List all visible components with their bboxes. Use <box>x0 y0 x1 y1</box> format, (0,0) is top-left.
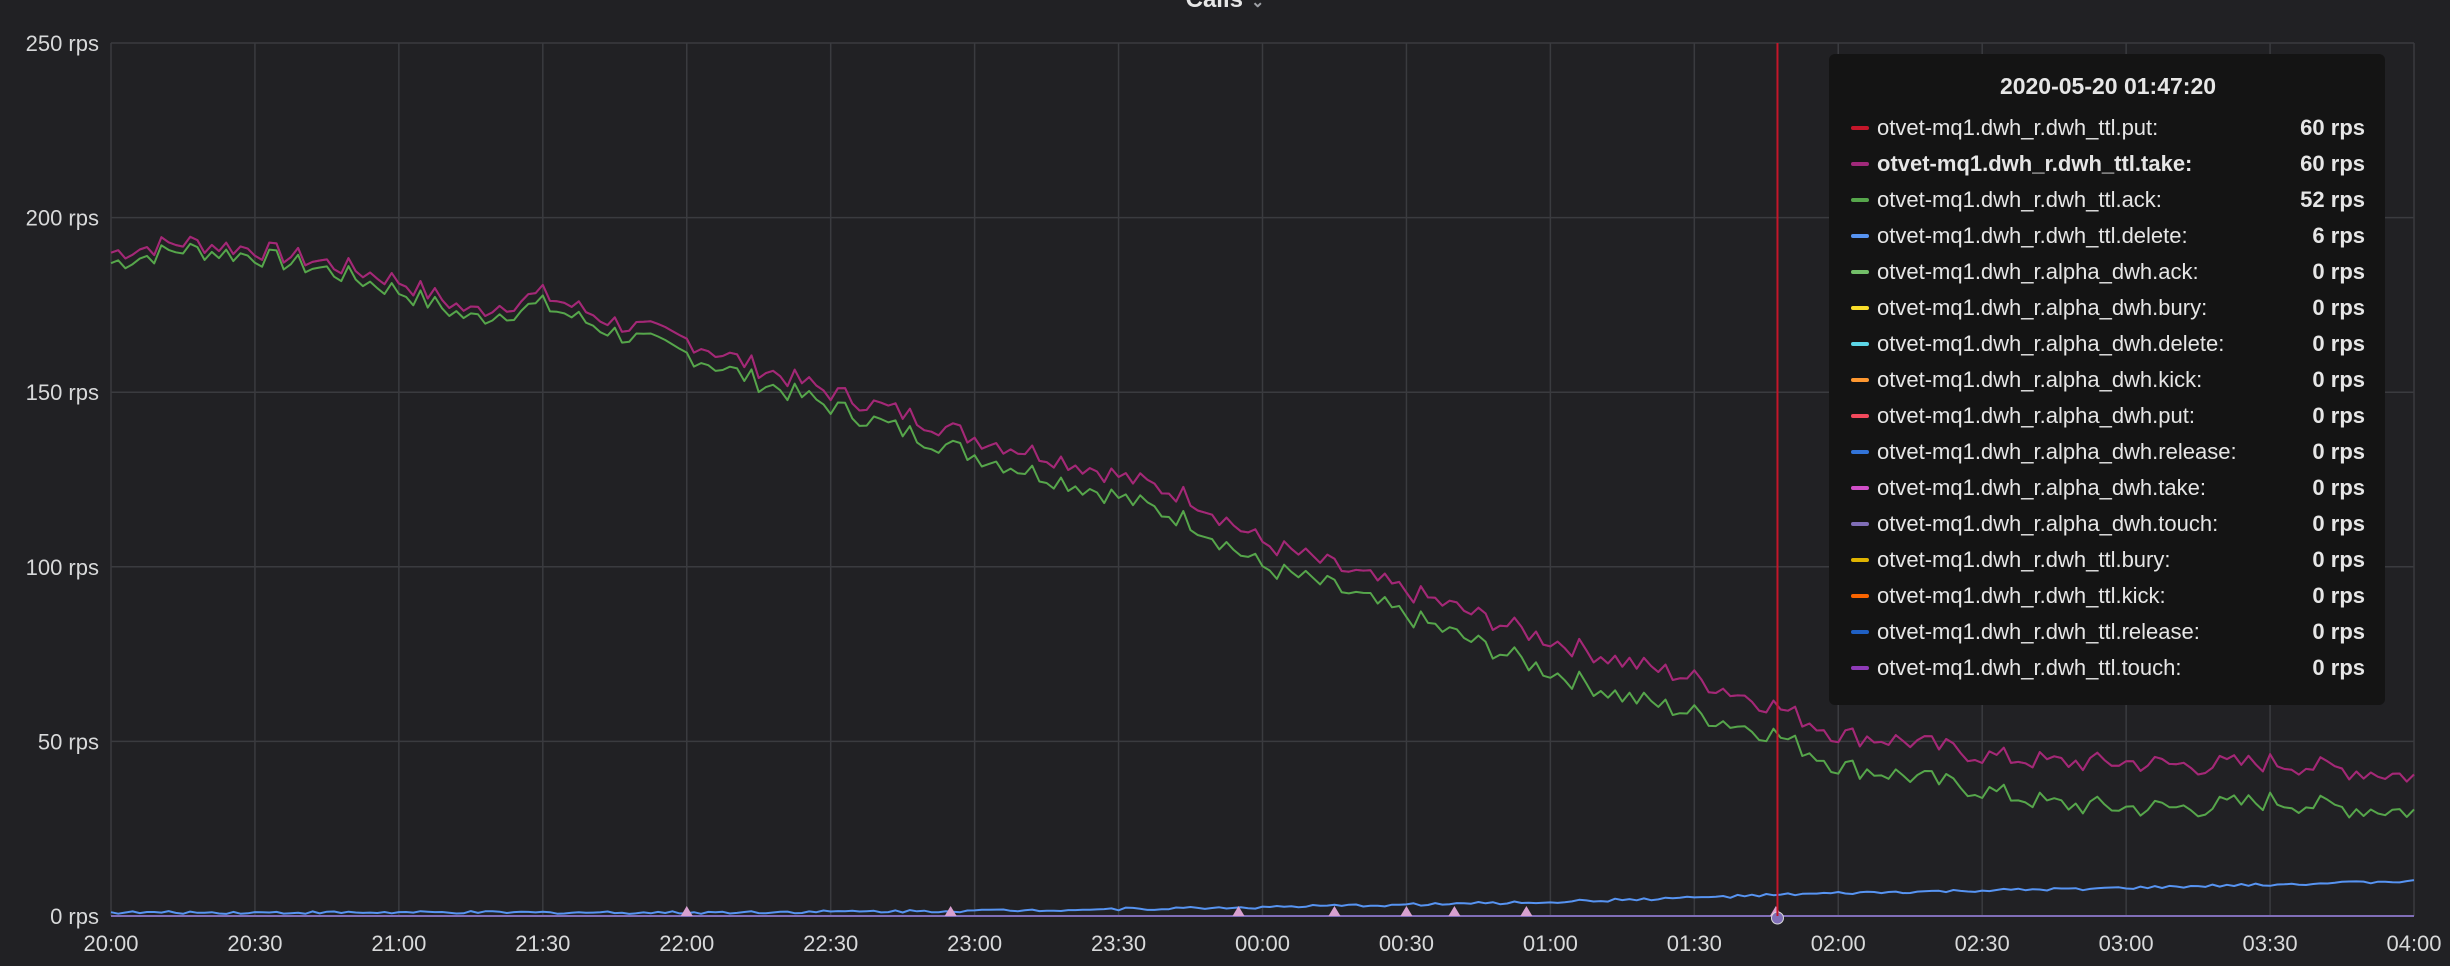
series-color-swatch <box>1851 126 1869 130</box>
series-color-swatch <box>1851 666 1869 670</box>
tooltip-series-value: 52 rps <box>2300 187 2365 212</box>
tooltip-row: otvet-mq1.dwh_r.alpha_dwh.kick: 0 rps <box>1851 362 2365 398</box>
tooltip-series-name: otvet-mq1.dwh_r.dwh_ttl.bury: <box>1877 547 2171 572</box>
x-tick-label: 21:30 <box>515 931 570 956</box>
x-tick-label: 00:30 <box>1379 931 1434 956</box>
tooltip-series-name: otvet-mq1.dwh_r.dwh_ttl.kick: <box>1877 583 2166 608</box>
x-axis: 20:00 20:30 21:00 21:30 22:00 22:30 23:00 23:30… <box>83 931 2441 956</box>
series-color-swatch <box>1851 270 1869 274</box>
tooltip-series-value: 0 rps <box>2312 403 2365 428</box>
tooltip-series-name: otvet-mq1.dwh_r.alpha_dwh.take: <box>1877 475 2206 500</box>
tooltip-series-value: 0 rps <box>2312 439 2365 464</box>
tooltip-series-name: otvet-mq1.dwh_r.alpha_dwh.touch: <box>1877 511 2219 536</box>
tooltip-series-value: 60 rps <box>2300 151 2365 176</box>
hover-tooltip: 2020-05-20 01:47:20 otvet-mq1.dwh_r.dwh_… <box>1829 54 2385 705</box>
tooltip-row: otvet-mq1.dwh_r.dwh_ttl.kick: 0 rps <box>1851 578 2365 614</box>
series-color-swatch <box>1851 414 1869 418</box>
x-tick-label: 00:00 <box>1235 931 1290 956</box>
tooltip-row: otvet-mq1.dwh_r.dwh_ttl.delete: 6 rps <box>1851 218 2365 254</box>
tooltip-row: otvet-mq1.dwh_r.dwh_ttl.release: 0 rps <box>1851 614 2365 650</box>
x-tick-label: 01:30 <box>1667 931 1722 956</box>
x-tick-label: 04:00 <box>2386 931 2441 956</box>
x-tick-label: 22:30 <box>803 931 858 956</box>
series-color-swatch <box>1851 486 1869 490</box>
tooltip-series-name: otvet-mq1.dwh_r.alpha_dwh.put: <box>1877 403 2195 428</box>
series-color-swatch <box>1851 306 1869 310</box>
series-color-swatch <box>1851 558 1869 562</box>
tooltip-series-value: 0 rps <box>2312 511 2365 536</box>
tooltip-row: otvet-mq1.dwh_r.alpha_dwh.bury: 0 rps <box>1851 290 2365 326</box>
tooltip-series-name: otvet-mq1.dwh_r.alpha_dwh.delete: <box>1877 331 2225 356</box>
tooltip-row: otvet-mq1.dwh_r.alpha_dwh.touch: 0 rps <box>1851 506 2365 542</box>
tooltip-row: otvet-mq1.dwh_r.dwh_ttl.take: 60 rps <box>1851 146 2365 182</box>
tooltip-series-value: 0 rps <box>2312 475 2365 500</box>
tooltip-row: otvet-mq1.dwh_r.alpha_dwh.take: 0 rps <box>1851 470 2365 506</box>
x-tick-label: 20:30 <box>227 931 282 956</box>
tooltip-series-value: 0 rps <box>2312 331 2365 356</box>
tooltip-row: otvet-mq1.dwh_r.dwh_ttl.touch: 0 rps <box>1851 650 2365 686</box>
tooltip-row: otvet-mq1.dwh_r.alpha_dwh.release: 0 rps <box>1851 434 2365 470</box>
series-color-swatch <box>1851 450 1869 454</box>
x-tick-label: 03:00 <box>2099 931 2154 956</box>
tooltip-series-name: otvet-mq1.dwh_r.dwh_ttl.put: <box>1877 115 2159 140</box>
x-tick-label: 02:30 <box>1955 931 2010 956</box>
tooltip-series-value: 0 rps <box>2312 619 2365 644</box>
series-color-swatch <box>1851 630 1869 634</box>
tooltip-series-name: otvet-mq1.dwh_r.alpha_dwh.release: <box>1877 439 2237 464</box>
tooltip-row: otvet-mq1.dwh_r.alpha_dwh.delete: 0 rps <box>1851 326 2365 362</box>
annotation-marker[interactable] <box>1448 906 1461 916</box>
tooltip-timestamp: 2020-05-20 01:47:20 <box>1999 73 2217 99</box>
tooltip-series-value: 60 rps <box>2300 115 2365 140</box>
series-color-swatch <box>1851 342 1869 346</box>
annotation-marker[interactable] <box>680 906 693 916</box>
annotation-marker[interactable] <box>1520 906 1533 916</box>
x-tick-label: 20:00 <box>83 931 138 956</box>
y-tick-label: 150 rps <box>26 380 99 405</box>
y-tick-label: 250 rps <box>26 31 99 56</box>
tooltip-row: otvet-mq1.dwh_r.dwh_ttl.bury: 0 rps <box>1851 542 2365 578</box>
annotation-marker[interactable] <box>1400 906 1413 916</box>
y-tick-label: 100 rps <box>26 555 99 580</box>
annotation-marker[interactable] <box>1328 906 1341 916</box>
x-tick-label: 02:00 <box>1811 931 1866 956</box>
tooltip-row: otvet-mq1.dwh_r.dwh_ttl.ack: 52 rps <box>1851 182 2365 218</box>
tooltip-row: otvet-mq1.dwh_r.alpha_dwh.put: 0 rps <box>1851 398 2365 434</box>
tooltip-series-name: otvet-mq1.dwh_r.dwh_ttl.delete: <box>1877 223 2188 248</box>
tooltip-series-name: otvet-mq1.dwh_r.dwh_ttl.release: <box>1877 619 2200 644</box>
tooltip-series-name: otvet-mq1.dwh_r.alpha_dwh.bury: <box>1877 295 2208 320</box>
series-color-swatch <box>1851 594 1869 598</box>
series-color-swatch <box>1851 162 1869 166</box>
series-color-swatch <box>1851 234 1869 238</box>
tooltip-series-value: 0 rps <box>2312 367 2365 392</box>
series-color-swatch <box>1851 378 1869 382</box>
tooltip-series-name: otvet-mq1.dwh_r.alpha_dwh.kick: <box>1877 367 2203 392</box>
tooltip-series-name: otvet-mq1.dwh_r.dwh_ttl.take: <box>1877 151 2193 176</box>
tooltip-series-name: otvet-mq1.dwh_r.alpha_dwh.ack: <box>1877 259 2199 284</box>
tooltip-series-value: 0 rps <box>2312 259 2365 284</box>
tooltip-series-value: 0 rps <box>2312 295 2365 320</box>
tooltip-series-value: 0 rps <box>2312 547 2365 572</box>
x-tick-label: 23:00 <box>947 931 1002 956</box>
tooltip-series-value: 0 rps <box>2312 655 2365 680</box>
tooltip-series-name: otvet-mq1.dwh_r.dwh_ttl.touch: <box>1877 655 2182 680</box>
x-tick-label: 03:30 <box>2243 931 2298 956</box>
tooltip-row: otvet-mq1.dwh_r.alpha_dwh.ack: 0 rps <box>1851 254 2365 290</box>
y-tick-label: 50 rps <box>38 729 99 754</box>
series-color-swatch <box>1851 522 1869 526</box>
tooltip-row: otvet-mq1.dwh_r.dwh_ttl.put: 60 rps <box>1851 110 2365 146</box>
x-tick-label: 21:00 <box>371 931 426 956</box>
series-color-swatch <box>1851 198 1869 202</box>
tooltip-rows: otvet-mq1.dwh_r.dwh_ttl.put: 60 rps otvet-… <box>1851 110 2365 686</box>
y-axis: 0 rps 50 rps 100 rps 150 rps 200 rps 250 rps <box>26 31 99 929</box>
x-tick-label: 23:30 <box>1091 931 1146 956</box>
tooltip-series-value: 6 rps <box>2312 223 2365 248</box>
tooltip-series-value: 0 rps <box>2312 583 2365 608</box>
y-tick-label: 0 rps <box>50 904 99 929</box>
y-tick-label: 200 rps <box>26 206 99 231</box>
tooltip-series-name: otvet-mq1.dwh_r.dwh_ttl.ack: <box>1877 187 2162 212</box>
x-tick-label: 01:00 <box>1523 931 1578 956</box>
x-tick-label: 22:00 <box>659 931 714 956</box>
graph-panel: Calls⌄ 0 rps50 rps100 rps150 rps200 rps2… <box>0 0 2450 966</box>
